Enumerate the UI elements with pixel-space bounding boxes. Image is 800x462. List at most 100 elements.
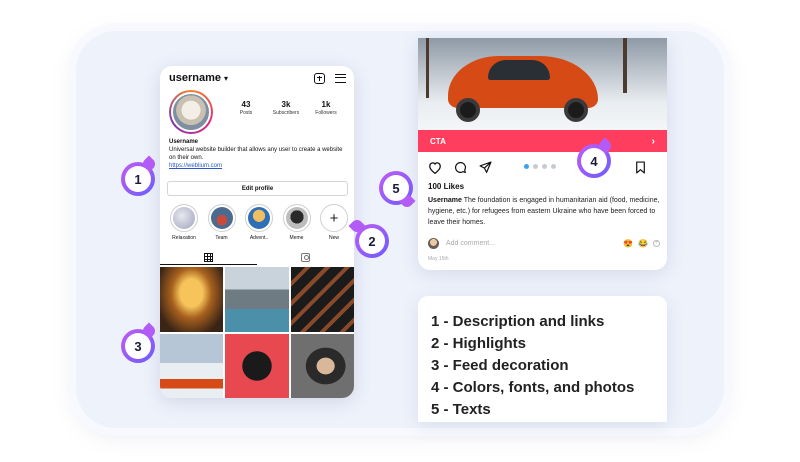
legend-item: 4 - Colors, fonts, and photos	[431, 379, 635, 396]
stat-number: 1k	[321, 100, 331, 109]
highlight-label: Relaxation	[172, 235, 196, 241]
likes-count[interactable]: 100 Likes	[428, 182, 464, 191]
highlight-thumb	[210, 207, 233, 229]
marker-4: 4	[577, 137, 614, 178]
marker-5: 5	[379, 171, 416, 210]
marker-number: 3	[125, 333, 151, 359]
post-photo[interactable]	[418, 38, 667, 130]
marker-number: 2	[359, 228, 385, 254]
stat-label: Followers	[315, 110, 337, 116]
cta-label: CTA	[430, 136, 446, 146]
marker-number: 1	[125, 166, 151, 192]
carousel-dots	[524, 164, 556, 169]
bio-link[interactable]: https://weblium.com	[169, 162, 349, 170]
quick-reactions: 😍 😂 +	[623, 239, 660, 248]
tree-trunk	[426, 38, 429, 98]
profile-header: username ▾	[169, 70, 346, 86]
heart-eyes-emoji-icon[interactable]: 😍	[623, 239, 633, 248]
highlight-thumb	[285, 207, 308, 229]
highlights-row: Relaxation Team Advent.. Meme + New	[169, 204, 349, 241]
carousel-dot[interactable]	[551, 164, 556, 169]
tab-grid[interactable]	[160, 250, 257, 265]
highlight-item[interactable]: Relaxation	[169, 204, 199, 241]
highlight-item[interactable]: Advent..	[244, 204, 274, 241]
bio-text: Universal website builder that allows an…	[169, 147, 343, 161]
feed-photo[interactable]	[225, 267, 289, 332]
bookmark-icon[interactable]	[633, 160, 647, 174]
highlight-circle	[170, 204, 198, 232]
carousel-dot[interactable]	[533, 164, 538, 169]
profile-phone: username ▾ 43 Posts 3k Subscribers 1k Fo…	[160, 66, 354, 398]
legend-card: 1 - Description and links 2 - Highlights…	[418, 296, 667, 422]
grid-icon	[204, 252, 213, 262]
plus-icon: +	[320, 204, 348, 232]
feed-photo[interactable]	[290, 267, 354, 332]
chevron-right-icon: ›	[651, 135, 655, 147]
profile-header-icons	[314, 72, 346, 84]
marker-number: 5	[383, 175, 409, 201]
profile-tabs	[160, 250, 354, 265]
feed-grid	[160, 267, 354, 398]
caption-text: The foundation is engaged in humanitaria…	[428, 197, 660, 226]
marker-3: 3	[121, 322, 158, 363]
highlight-item[interactable]: Team	[207, 204, 237, 241]
stage: username ▾ 43 Posts 3k Subscribers 1k Fo…	[0, 0, 800, 462]
highlight-label: Team	[215, 235, 228, 241]
highlight-label: Advent..	[249, 235, 269, 241]
legend-item: 2 - Highlights	[431, 335, 526, 352]
marker-1: 1	[121, 155, 158, 196]
stat-label: Posts	[239, 110, 253, 116]
chevron-down-icon[interactable]: ▾	[224, 74, 228, 83]
marker-number: 4	[581, 148, 607, 174]
legend-item: 1 - Description and links	[431, 313, 605, 330]
new-highlight-item[interactable]: + New	[319, 204, 349, 241]
highlight-thumb	[248, 207, 270, 229]
carousel-dot-active[interactable]	[524, 164, 529, 169]
highlight-circle	[207, 204, 236, 232]
stat-label: Subscribers	[272, 110, 300, 116]
bio-name: Username	[169, 139, 199, 145]
add-reaction-icon[interactable]: +	[653, 239, 660, 247]
profile-stats: 43 Posts 3k Subscribers 1k Followers	[226, 100, 346, 116]
add-post-icon[interactable]	[314, 72, 325, 84]
car-wheel	[564, 98, 588, 122]
avatar-image	[171, 92, 211, 132]
tree-trunk	[623, 38, 627, 93]
comment-icon[interactable]	[453, 160, 467, 174]
hamburger-menu-icon[interactable]	[335, 73, 346, 83]
profile-bio: Username Universal website builder that …	[169, 138, 349, 170]
stat-followers[interactable]: 1k Followers	[306, 100, 346, 116]
profile-username[interactable]: username	[169, 72, 221, 84]
tab-tagged[interactable]	[257, 250, 354, 265]
share-icon[interactable]	[478, 160, 492, 174]
comment-input[interactable]: Add comment...	[446, 240, 495, 247]
feed-photo[interactable]	[290, 333, 354, 398]
edit-profile-button[interactable]: Edit profile	[167, 181, 348, 196]
heart-icon[interactable]	[428, 160, 442, 174]
marker-2: 2	[348, 217, 389, 258]
caption-username[interactable]: Username	[428, 197, 462, 204]
feed-post: CTA › 100 Likes Username The foundation …	[418, 38, 667, 270]
feed-photo[interactable]	[160, 333, 224, 398]
laughing-emoji-icon[interactable]: 😂	[638, 239, 648, 248]
stat-number: 43	[241, 100, 251, 109]
stat-number: 3k	[281, 100, 291, 109]
post-date: May 15th	[428, 256, 449, 262]
highlight-circle	[282, 204, 311, 232]
stat-posts[interactable]: 43 Posts	[226, 100, 266, 116]
comment-row: Add comment... 😍 😂 +	[428, 237, 660, 249]
car-wheel	[456, 98, 480, 122]
carousel-dot[interactable]	[542, 164, 547, 169]
highlight-item[interactable]: Meme	[282, 204, 312, 241]
highlight-label: Meme	[289, 235, 304, 241]
profile-avatar[interactable]	[169, 90, 213, 134]
feed-photo[interactable]	[225, 333, 289, 398]
cta-bar[interactable]: CTA ›	[418, 130, 667, 152]
feed-photo[interactable]	[160, 267, 224, 332]
tagged-person-icon	[301, 253, 310, 262]
car-window	[488, 60, 550, 80]
highlight-thumb	[173, 207, 195, 229]
commenter-avatar	[428, 237, 439, 249]
stat-subscribers[interactable]: 3k Subscribers	[266, 100, 306, 116]
highlight-circle	[245, 204, 273, 232]
